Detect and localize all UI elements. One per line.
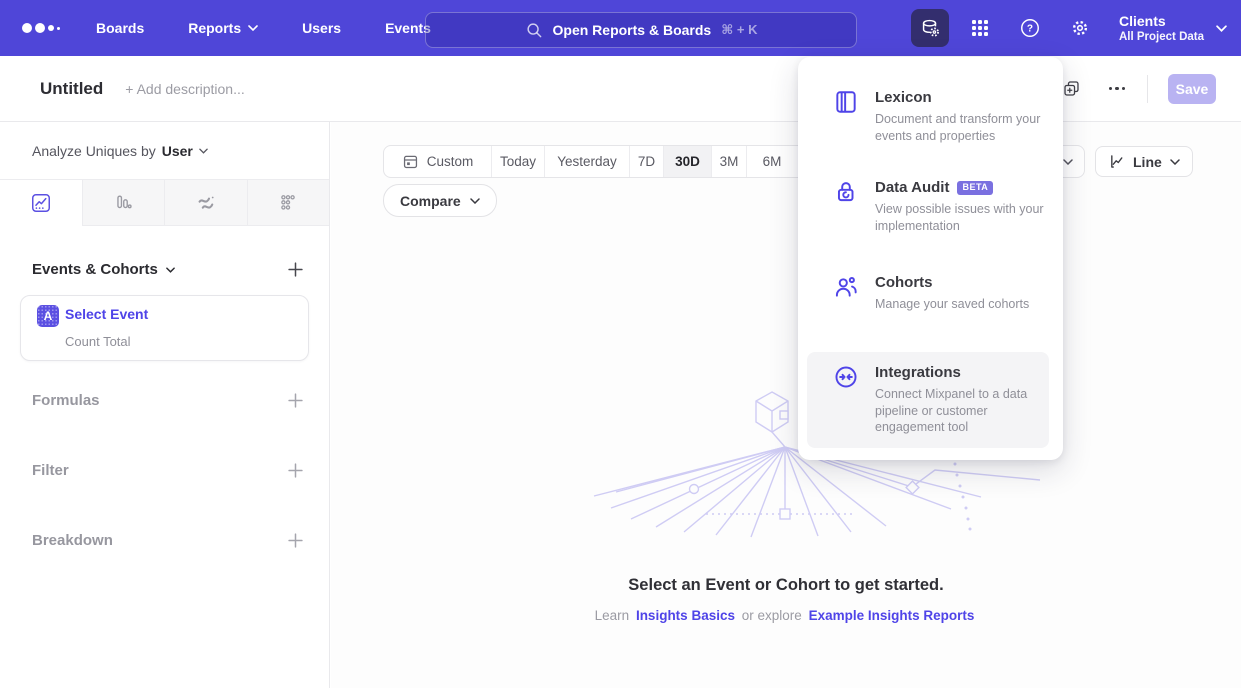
- date-range-today[interactable]: Today: [492, 146, 545, 177]
- calendar-icon: [402, 153, 419, 170]
- tab-bar-chart[interactable]: [83, 180, 166, 226]
- project-selector[interactable]: Clients All Project Data: [1111, 13, 1227, 44]
- date-range-6m[interactable]: 6M: [747, 146, 797, 177]
- data-management-icon: [919, 17, 941, 39]
- search-placeholder: Open Reports & Boards: [553, 22, 712, 38]
- tab-insights-line[interactable]: [0, 180, 83, 226]
- date-range-yesterday[interactable]: Yesterday: [545, 146, 630, 177]
- add-filter-button[interactable]: [286, 461, 305, 480]
- duplicate-icon: [1062, 79, 1081, 98]
- menu-item-data-audit[interactable]: Data AuditBETA View possible issues with…: [807, 167, 1049, 246]
- chevron-down-icon: [1170, 159, 1180, 165]
- chart-style-dropdown[interactable]: Line: [1095, 146, 1193, 177]
- date-range-7d[interactable]: 7D: [630, 146, 664, 177]
- data-management-button[interactable]: [911, 9, 949, 47]
- bar-chart-tab-icon: [112, 192, 134, 214]
- report-title[interactable]: Untitled: [40, 79, 103, 99]
- project-name: All Project Data: [1119, 30, 1204, 44]
- line-chart-tab-icon: [30, 192, 52, 214]
- help-icon: ?: [1019, 17, 1041, 39]
- tab-metrics-grid[interactable]: [248, 180, 330, 226]
- line-chart-icon: [1108, 153, 1125, 170]
- metrics-grid-tab-icon: [277, 192, 299, 214]
- compare-dropdown[interactable]: Compare: [383, 184, 497, 217]
- apps-grid-button[interactable]: [961, 9, 999, 47]
- settings-button[interactable]: [1061, 9, 1099, 47]
- example-insights-reports-link[interactable]: Example Insights Reports: [809, 608, 975, 623]
- integrations-sync-icon: [833, 364, 859, 390]
- chevron-down-icon: [199, 148, 208, 154]
- nav-item-reports[interactable]: Reports: [188, 20, 258, 36]
- help-button[interactable]: ?: [1011, 9, 1049, 47]
- nav-item-users[interactable]: Users: [302, 20, 341, 36]
- search-shortcut: ⌘ + K: [721, 22, 757, 38]
- empty-state-title: Select an Event or Cohort to get started…: [331, 576, 1241, 595]
- search-icon: [525, 21, 543, 39]
- settings-gear-icon: [1069, 17, 1091, 39]
- add-event-button[interactable]: [286, 260, 305, 279]
- empty-state-subtitle: Learn Insights Basics or explore Example…: [331, 608, 1241, 623]
- plus-icon: [288, 463, 303, 478]
- header-divider: [1147, 75, 1148, 103]
- plus-icon: [288, 393, 303, 408]
- nav-items: Boards Reports Users Events: [96, 20, 431, 36]
- beta-badge: BETA: [957, 181, 993, 195]
- nav-item-boards[interactable]: Boards: [96, 20, 144, 36]
- insights-basics-link[interactable]: Insights Basics: [636, 608, 735, 623]
- menu-item-cohorts[interactable]: Cohorts Manage your saved cohorts: [807, 262, 1049, 325]
- query-builder-sidebar: Analyze Uniques by User: [0, 121, 330, 688]
- chevron-down-icon: [166, 267, 175, 273]
- mixpanel-logo[interactable]: [22, 23, 60, 33]
- nav-right: ? Clients All Project Data: [911, 0, 1227, 56]
- cohorts-people-icon: [833, 274, 859, 300]
- empty-state: Select an Event or Cohort to get started…: [331, 576, 1241, 623]
- menu-item-integrations[interactable]: Integrations Connect Mixpanel to a data …: [807, 352, 1049, 448]
- tab-flow-chart[interactable]: [165, 180, 248, 226]
- plus-icon: [288, 533, 303, 548]
- report-canvas: Custom Today Yesterday 7D 30D 3M 6M Line…: [331, 121, 1241, 688]
- formulas-label: Formulas: [32, 392, 100, 409]
- save-button[interactable]: Save: [1168, 74, 1216, 104]
- more-menu-button[interactable]: [1107, 81, 1128, 97]
- apps-grid-icon: [970, 18, 990, 38]
- chevron-down-icon: [470, 198, 480, 204]
- analyze-prefix-label: Analyze Uniques by: [32, 143, 156, 159]
- chart-type-tabs: [0, 179, 329, 226]
- date-range-30d[interactable]: 30D: [664, 146, 712, 177]
- book-icon: [833, 89, 859, 115]
- add-breakdown-button[interactable]: [286, 531, 305, 550]
- event-letter-badge: A: [37, 305, 59, 327]
- breakdown-label: Breakdown: [32, 532, 113, 549]
- audit-lock-icon: [833, 179, 859, 205]
- data-management-menu: Lexicon Document and transform your even…: [798, 57, 1063, 460]
- chevron-down-icon: [1216, 25, 1227, 32]
- svg-text:?: ?: [1027, 24, 1033, 35]
- date-range-custom[interactable]: Custom: [384, 146, 492, 177]
- chevron-down-icon: [248, 25, 258, 31]
- filter-label: Filter: [32, 462, 69, 479]
- flow-chart-tab-icon: [195, 192, 217, 214]
- global-search-input[interactable]: Open Reports & Boards ⌘ + K: [425, 12, 857, 48]
- plus-icon: [288, 262, 303, 277]
- count-total-label[interactable]: Count Total: [65, 334, 131, 349]
- menu-item-lexicon[interactable]: Lexicon Document and transform your even…: [807, 77, 1049, 156]
- org-name: Clients: [1119, 13, 1204, 30]
- date-range-3m[interactable]: 3M: [712, 146, 747, 177]
- add-formula-button[interactable]: [286, 391, 305, 410]
- select-event-card[interactable]: A Select Event Count Total: [20, 295, 309, 361]
- analyze-by-dropdown[interactable]: User: [162, 143, 208, 159]
- report-description-field[interactable]: + Add description...: [125, 81, 244, 97]
- chevron-down-icon: [1063, 159, 1073, 165]
- events-cohorts-header[interactable]: Events & Cohorts: [32, 261, 175, 278]
- select-event-label[interactable]: Select Event: [65, 306, 148, 322]
- top-nav: Boards Reports Users Events Open Reports…: [0, 0, 1241, 56]
